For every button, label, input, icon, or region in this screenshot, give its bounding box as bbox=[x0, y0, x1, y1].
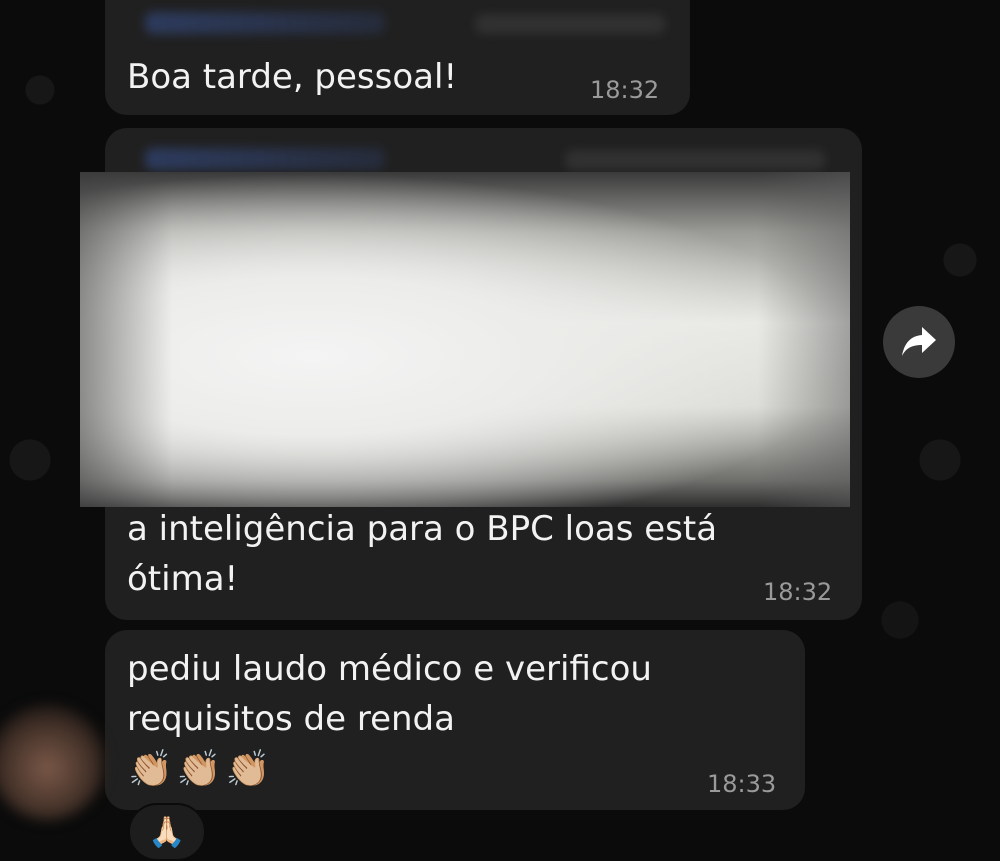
reaction-badge[interactable]: 🙏🏻 bbox=[128, 803, 206, 861]
message-bubble-greeting[interactable]: Boa tarde, pessoal! 18:32 bbox=[105, 0, 690, 115]
clapping-emojis: 👏🏼👏🏼👏🏼 bbox=[128, 749, 275, 790]
message-text-line-2: ótima! bbox=[127, 559, 239, 599]
blurred-image-attachment[interactable] bbox=[80, 172, 850, 507]
message-time: 18:33 bbox=[707, 770, 777, 798]
praying-hands-reaction: 🙏🏻 bbox=[148, 814, 186, 850]
sender-name-redacted bbox=[145, 12, 385, 34]
message-text-line-1: pediu laudo médico e verificou bbox=[127, 649, 652, 689]
message-time: 18:32 bbox=[590, 76, 660, 104]
sender-phone-redacted bbox=[475, 14, 665, 34]
forward-button[interactable] bbox=[883, 306, 955, 378]
message-text-line-1: a inteligência para o BPC loas está bbox=[127, 509, 718, 549]
sender-name-redacted bbox=[145, 148, 385, 170]
message-text-line-2: requisitos de renda bbox=[127, 699, 455, 739]
sender-phone-redacted bbox=[565, 150, 825, 170]
forward-arrow-icon bbox=[902, 327, 936, 356]
message-text: Boa tarde, pessoal! bbox=[127, 57, 458, 97]
message-time: 18:32 bbox=[763, 578, 833, 606]
